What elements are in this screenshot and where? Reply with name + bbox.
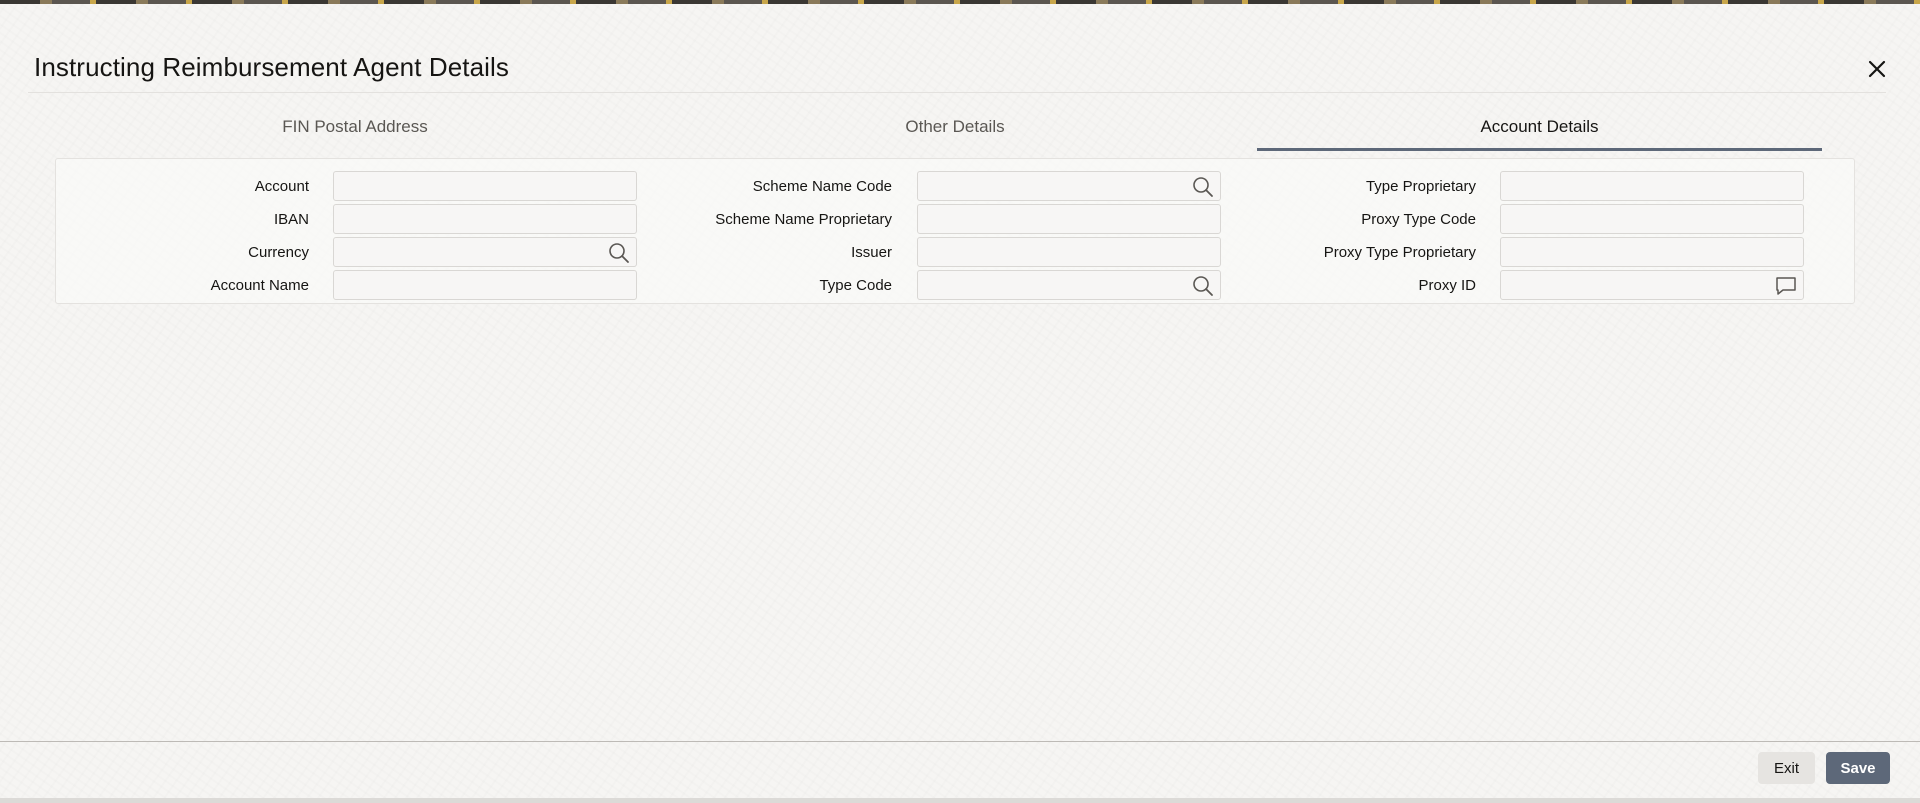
save-button[interactable]: Save bbox=[1826, 752, 1890, 784]
issuer-input[interactable] bbox=[917, 237, 1221, 267]
tab-bar: FIN Postal Address Other Details Account… bbox=[55, 108, 1822, 151]
proxy-id-comment-button[interactable] bbox=[1774, 274, 1798, 298]
scheme-name-proprietary-input[interactable] bbox=[917, 204, 1221, 234]
close-icon bbox=[1868, 60, 1886, 78]
account-name-label: Account Name bbox=[210, 277, 309, 294]
type-code-lookup-button[interactable] bbox=[1191, 274, 1215, 298]
proxy-type-proprietary-input[interactable] bbox=[1500, 237, 1804, 267]
account-name-input[interactable] bbox=[333, 270, 637, 300]
iban-input[interactable] bbox=[333, 204, 637, 234]
tab-other-details[interactable]: Other Details bbox=[655, 108, 1255, 148]
type-proprietary-label: Type Proprietary bbox=[1365, 178, 1476, 195]
iban-label: IBAN bbox=[273, 211, 309, 228]
search-icon bbox=[1193, 276, 1213, 296]
currency-label: Currency bbox=[248, 244, 309, 261]
account-label: Account bbox=[254, 178, 309, 195]
comment-icon bbox=[1776, 277, 1796, 295]
type-code-label: Type Code bbox=[819, 277, 892, 294]
type-proprietary-input[interactable] bbox=[1500, 171, 1804, 201]
dialog-title: Instructing Reimbursement Agent Details bbox=[34, 52, 510, 82]
dialog-header: Instructing Reimbursement Agent Details bbox=[0, 4, 1920, 92]
exit-button[interactable]: Exit bbox=[1758, 752, 1815, 784]
search-icon bbox=[1193, 177, 1213, 197]
proxy-type-code-input[interactable] bbox=[1500, 204, 1804, 234]
tab-fin-postal-address[interactable]: FIN Postal Address bbox=[55, 108, 655, 148]
proxy-type-proprietary-label: Proxy Type Proprietary bbox=[1323, 244, 1476, 261]
header-divider bbox=[28, 92, 1886, 93]
proxy-id-label: Proxy ID bbox=[1418, 277, 1476, 294]
close-button[interactable] bbox=[1862, 54, 1892, 84]
tab-account-details[interactable]: Account Details bbox=[1257, 108, 1822, 151]
account-details-form: Account IBAN Currency Account Name Schem… bbox=[55, 158, 1855, 304]
currency-input[interactable] bbox=[333, 237, 637, 267]
scheme-name-proprietary-label: Scheme Name Proprietary bbox=[715, 211, 892, 228]
issuer-label: Issuer bbox=[851, 244, 892, 261]
scheme-name-code-label: Scheme Name Code bbox=[752, 178, 892, 195]
proxy-id-input[interactable] bbox=[1500, 270, 1804, 300]
type-code-input[interactable] bbox=[917, 270, 1221, 300]
account-input[interactable] bbox=[333, 171, 637, 201]
scheme-name-code-lookup-button[interactable] bbox=[1191, 175, 1215, 199]
proxy-type-code-label: Proxy Type Code bbox=[1361, 211, 1476, 228]
scheme-name-code-input[interactable] bbox=[917, 171, 1221, 201]
footer-divider bbox=[0, 741, 1920, 742]
bottom-strip bbox=[0, 798, 1920, 803]
